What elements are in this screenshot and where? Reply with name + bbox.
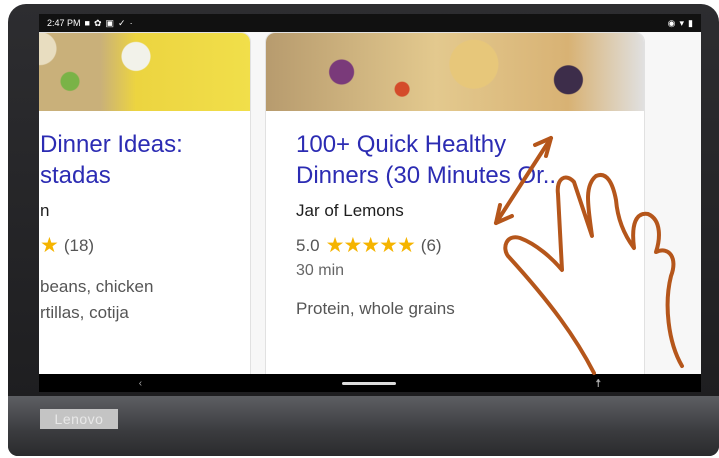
star-rating: ★★★★★	[325, 234, 416, 257]
recipe-source: Jar of Lemons	[296, 201, 404, 220]
wifi-icon: ▾	[679, 17, 685, 28]
navigation-bar: ‹ ☨	[39, 374, 701, 392]
battery-icon: ▮	[688, 17, 693, 28]
recipe-image[interactable]	[266, 33, 644, 111]
rating-row: ★ (18)	[40, 233, 250, 258]
notification-icon: ■	[84, 18, 90, 28]
recipe-ingredients: beans, chicken rtillas, cotija	[40, 277, 154, 322]
settings-icon: ✿	[93, 17, 102, 28]
rating-count: (6)	[420, 235, 442, 255]
photo-icon: ▣	[105, 17, 115, 28]
status-bar: 2:47 PM ■ ✿ ▣ ✓ · ◉ ▾ ▮	[39, 14, 701, 32]
rating-value: 5.0	[296, 235, 320, 255]
screen: 2:47 PM ■ ✿ ▣ ✓ · ◉ ▾ ▮ Dinner Ideas: st…	[39, 14, 701, 392]
recipe-card[interactable]: Dinner Ideas: stadas n ★ (18) beans, chi…	[39, 32, 251, 390]
recipe-title[interactable]: Dinner Ideas: stadas	[40, 129, 250, 191]
check-icon: ✓	[118, 17, 126, 28]
home-button[interactable]	[341, 381, 396, 385]
recipe-source: n	[40, 201, 50, 220]
location-icon: ◉	[667, 17, 676, 28]
back-button[interactable]: ‹	[139, 378, 142, 389]
dot-icon: ·	[129, 18, 133, 28]
rating-count: (18)	[63, 235, 95, 255]
accessibility-button[interactable]: ☨	[595, 377, 601, 390]
brand-logo: Lenovo	[40, 409, 118, 429]
recipe-card[interactable]: 100+ Quick Healthy Dinners (30 Minutes O…	[265, 32, 645, 390]
recipe-image[interactable]	[39, 33, 250, 111]
status-time: 2:47 PM	[47, 18, 81, 28]
rating-row: 5.0 ★★★★★ (6)	[296, 233, 644, 258]
cook-time: 30 min	[296, 262, 345, 279]
recipe-title[interactable]: 100+ Quick Healthy Dinners (30 Minutes O…	[296, 129, 644, 191]
star-rating: ★	[40, 234, 59, 257]
recipe-ingredients: Protein, whole grains	[296, 299, 455, 318]
